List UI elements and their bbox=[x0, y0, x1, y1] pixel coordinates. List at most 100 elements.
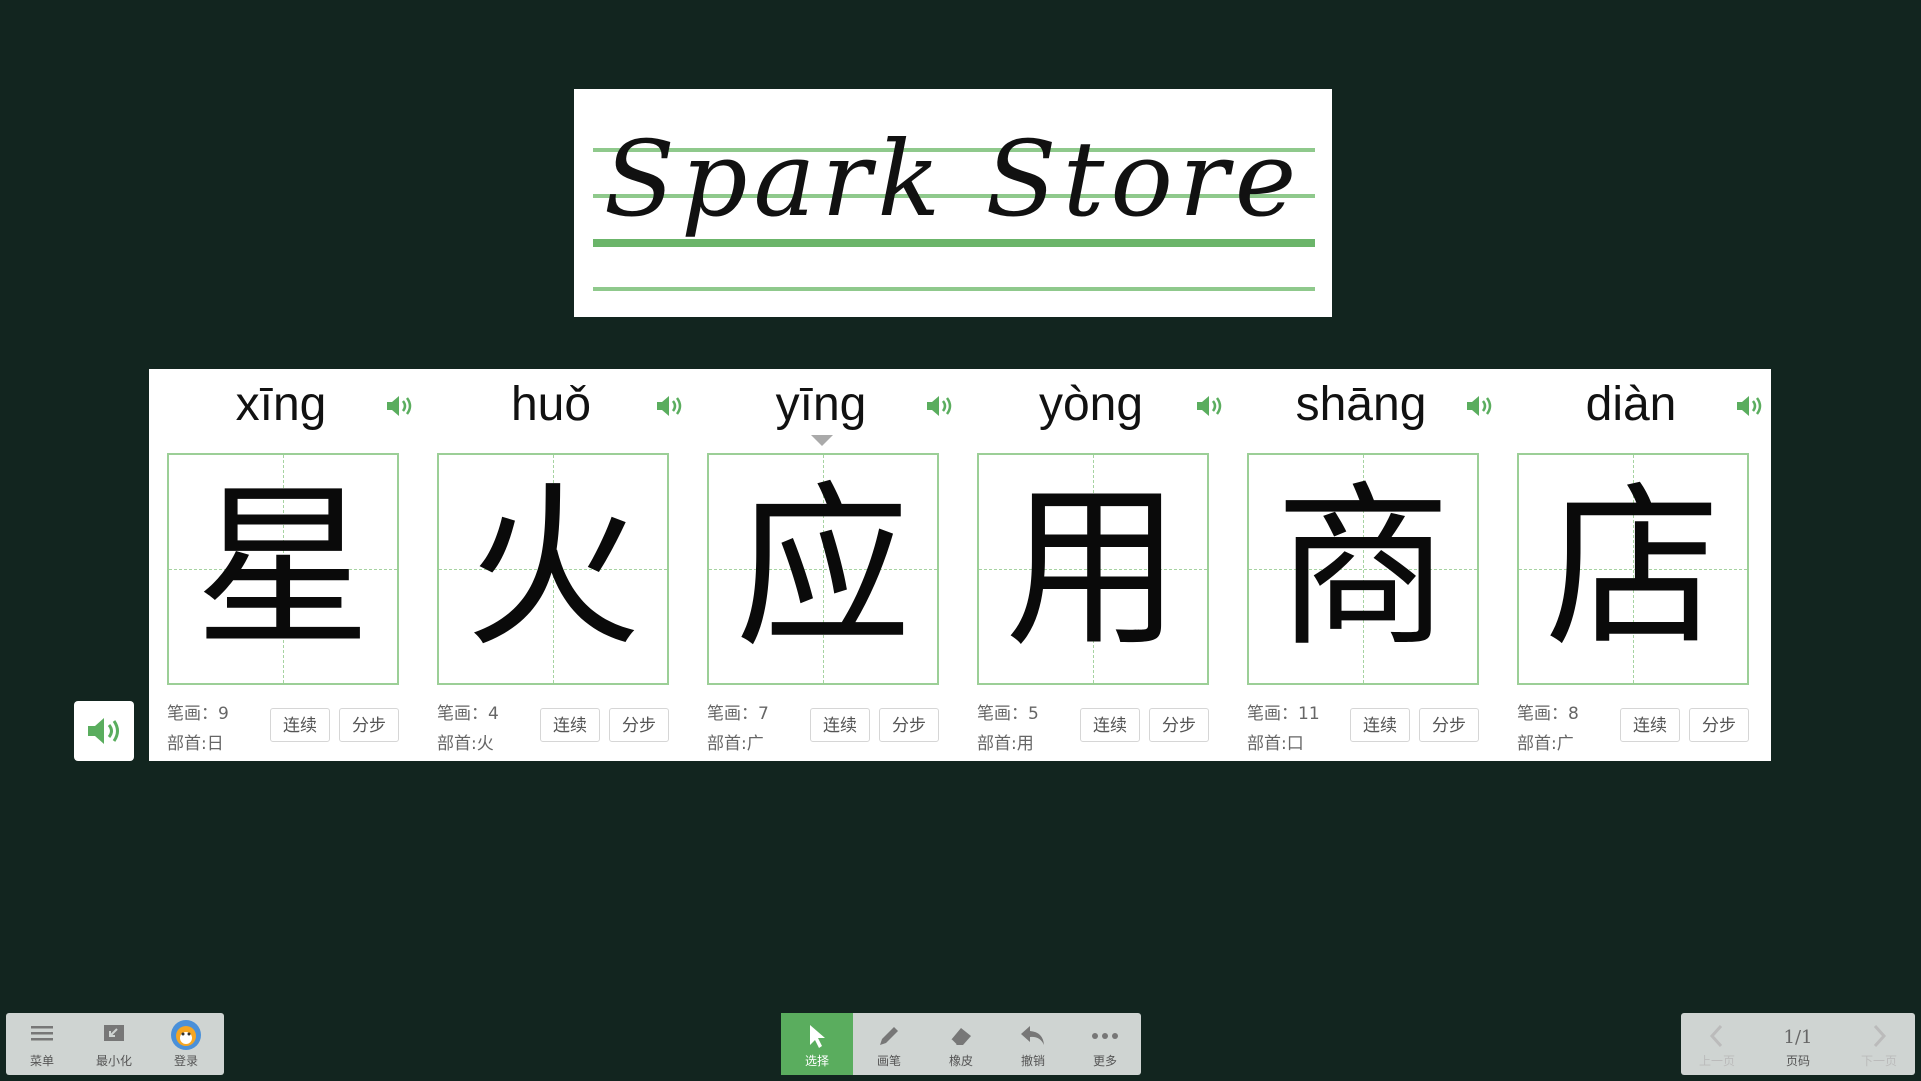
next-page-button[interactable]: 下一页 bbox=[1843, 1013, 1915, 1075]
menu-icon bbox=[31, 1026, 53, 1041]
step-button[interactable]: 分步 bbox=[339, 708, 399, 742]
speaker-icon[interactable] bbox=[925, 393, 955, 419]
writing-grid: 星 bbox=[167, 453, 399, 685]
continuous-button[interactable]: 连续 bbox=[810, 708, 870, 742]
chevron-left-icon bbox=[1709, 1024, 1723, 1048]
pen-tool-button[interactable]: 画笔 bbox=[853, 1013, 925, 1075]
stroke-count: 笔画：8 bbox=[1517, 704, 1579, 724]
title-text: Spark Store bbox=[603, 118, 1303, 240]
characters-panel: xīng 星 笔画：9 部首:日 连续 分步 huǒ 火 笔画：4 部首:火 连… bbox=[149, 369, 1771, 761]
character-info: 笔画：9 部首:日 bbox=[167, 699, 229, 759]
step-button[interactable]: 分步 bbox=[1419, 708, 1479, 742]
continuous-button[interactable]: 连续 bbox=[1080, 708, 1140, 742]
continuous-button[interactable]: 连续 bbox=[1620, 708, 1680, 742]
title-card: Spark Store bbox=[574, 89, 1332, 317]
continuous-button[interactable]: 连续 bbox=[1350, 708, 1410, 742]
select-label: 选择 bbox=[804, 1054, 829, 1068]
stroke-count: 笔画：11 bbox=[1247, 704, 1320, 724]
login-button[interactable]: 登录 bbox=[150, 1013, 222, 1075]
character-card: yīng 应 笔画：7 部首:广 连续 分步 bbox=[689, 369, 952, 761]
continuous-button[interactable]: 连续 bbox=[270, 708, 330, 742]
pen-label: 画笔 bbox=[876, 1054, 901, 1068]
character-info: 笔画：11 部首:口 bbox=[1247, 699, 1320, 759]
undo-icon bbox=[1021, 1026, 1044, 1045]
character-card: huǒ 火 笔画：4 部首:火 连续 分步 bbox=[419, 369, 682, 761]
speaker-icon[interactable] bbox=[385, 393, 415, 419]
character-info: 笔画：8 部首:广 bbox=[1517, 699, 1579, 759]
play-all-button[interactable] bbox=[74, 701, 134, 761]
menu-button[interactable]: 菜单 bbox=[6, 1013, 78, 1075]
character-card: shāng 商 笔画：11 部首:口 连续 分步 bbox=[1229, 369, 1492, 761]
minimize-button[interactable]: 最小化 bbox=[78, 1013, 150, 1075]
character-info: 笔画：4 部首:火 bbox=[437, 699, 499, 759]
selection-marker-icon bbox=[811, 435, 833, 446]
hanzi-character: 星 bbox=[194, 466, 371, 671]
speaker-icon[interactable] bbox=[1465, 393, 1495, 419]
pinyin-label: diàn bbox=[1585, 378, 1677, 431]
avatar-icon bbox=[171, 1020, 201, 1050]
step-button[interactable]: 分步 bbox=[609, 708, 669, 742]
radical: 部首:用 bbox=[977, 734, 1034, 754]
step-button[interactable]: 分步 bbox=[1149, 708, 1209, 742]
more-button[interactable]: 更多 bbox=[1069, 1013, 1141, 1075]
stroke-count: 笔画：9 bbox=[167, 704, 229, 724]
cursor-icon bbox=[810, 1025, 825, 1048]
baseline-line bbox=[593, 239, 1315, 247]
writing-grid: 火 bbox=[437, 453, 669, 685]
pinyin-label: yīng bbox=[775, 378, 867, 431]
hanzi-character: 火 bbox=[464, 466, 641, 671]
next-page-label: 下一页 bbox=[1860, 1054, 1897, 1068]
hanzi-character: 商 bbox=[1274, 466, 1451, 671]
speaker-icon[interactable] bbox=[1735, 393, 1765, 419]
radical: 部首:广 bbox=[1517, 734, 1574, 754]
menu-label: 菜单 bbox=[29, 1054, 54, 1068]
character-card: yòng 用 笔画：5 部首:用 连续 分步 bbox=[959, 369, 1222, 761]
radical: 部首:火 bbox=[437, 734, 494, 754]
prev-page-button[interactable]: 上一页 bbox=[1681, 1013, 1753, 1075]
pinyin-label: xīng bbox=[235, 378, 327, 431]
step-button[interactable]: 分步 bbox=[879, 708, 939, 742]
hanzi-character: 店 bbox=[1544, 466, 1721, 671]
undo-label: 撤销 bbox=[1020, 1054, 1045, 1068]
speaker-icon bbox=[88, 718, 119, 744]
minimize-label: 最小化 bbox=[95, 1054, 132, 1068]
stroke-count: 笔画：7 bbox=[707, 704, 769, 724]
character-card: xīng 星 笔画：9 部首:日 连续 分步 bbox=[149, 369, 412, 761]
left-toolbar: 菜单 最小化 登录 bbox=[6, 1013, 224, 1075]
more-icon bbox=[1092, 1033, 1118, 1039]
character-info: 笔画：5 部首:用 bbox=[977, 699, 1039, 759]
pinyin-label: shāng bbox=[1295, 378, 1427, 431]
writing-grid: 应 bbox=[707, 453, 939, 685]
speaker-icon[interactable] bbox=[1195, 393, 1225, 419]
page-label: 页码 bbox=[1785, 1054, 1810, 1068]
eraser-label: 橡皮 bbox=[948, 1054, 973, 1068]
radical: 部首:广 bbox=[707, 734, 764, 754]
eraser-icon bbox=[950, 1028, 971, 1046]
undo-button[interactable]: 撤销 bbox=[997, 1013, 1069, 1075]
eraser-tool-button[interactable]: 橡皮 bbox=[925, 1013, 997, 1075]
more-label: 更多 bbox=[1092, 1054, 1117, 1068]
guide-line bbox=[593, 287, 1315, 291]
pagination-toolbar: 上一页 1/1 页码 下一页 bbox=[1681, 1013, 1915, 1075]
pinyin-label: yòng bbox=[1038, 378, 1144, 431]
stroke-count: 笔画：4 bbox=[437, 704, 499, 724]
speaker-icon[interactable] bbox=[655, 393, 685, 419]
hanzi-character: 用 bbox=[1004, 466, 1181, 671]
pinyin-label: huǒ bbox=[510, 378, 592, 431]
chevron-right-icon bbox=[1873, 1024, 1887, 1048]
writing-grid: 用 bbox=[977, 453, 1209, 685]
page-indicator: 1/1 页码 bbox=[1762, 1013, 1834, 1075]
login-label: 登录 bbox=[173, 1054, 198, 1068]
radical: 部首:口 bbox=[1247, 734, 1304, 754]
pen-icon bbox=[880, 1027, 898, 1045]
character-info: 笔画：7 部首:广 bbox=[707, 699, 769, 759]
select-tool-button[interactable]: 选择 bbox=[781, 1013, 853, 1075]
minimize-icon bbox=[104, 1025, 124, 1041]
step-button[interactable]: 分步 bbox=[1689, 708, 1749, 742]
writing-grid: 商 bbox=[1247, 453, 1479, 685]
tools-toolbar: 选择 画笔 橡皮 撤销 更多 bbox=[781, 1013, 1141, 1075]
continuous-button[interactable]: 连续 bbox=[540, 708, 600, 742]
character-card: diàn 店 笔画：8 部首:广 连续 分步 bbox=[1499, 369, 1762, 761]
hanzi-character: 应 bbox=[734, 466, 911, 671]
radical: 部首:日 bbox=[167, 734, 224, 754]
